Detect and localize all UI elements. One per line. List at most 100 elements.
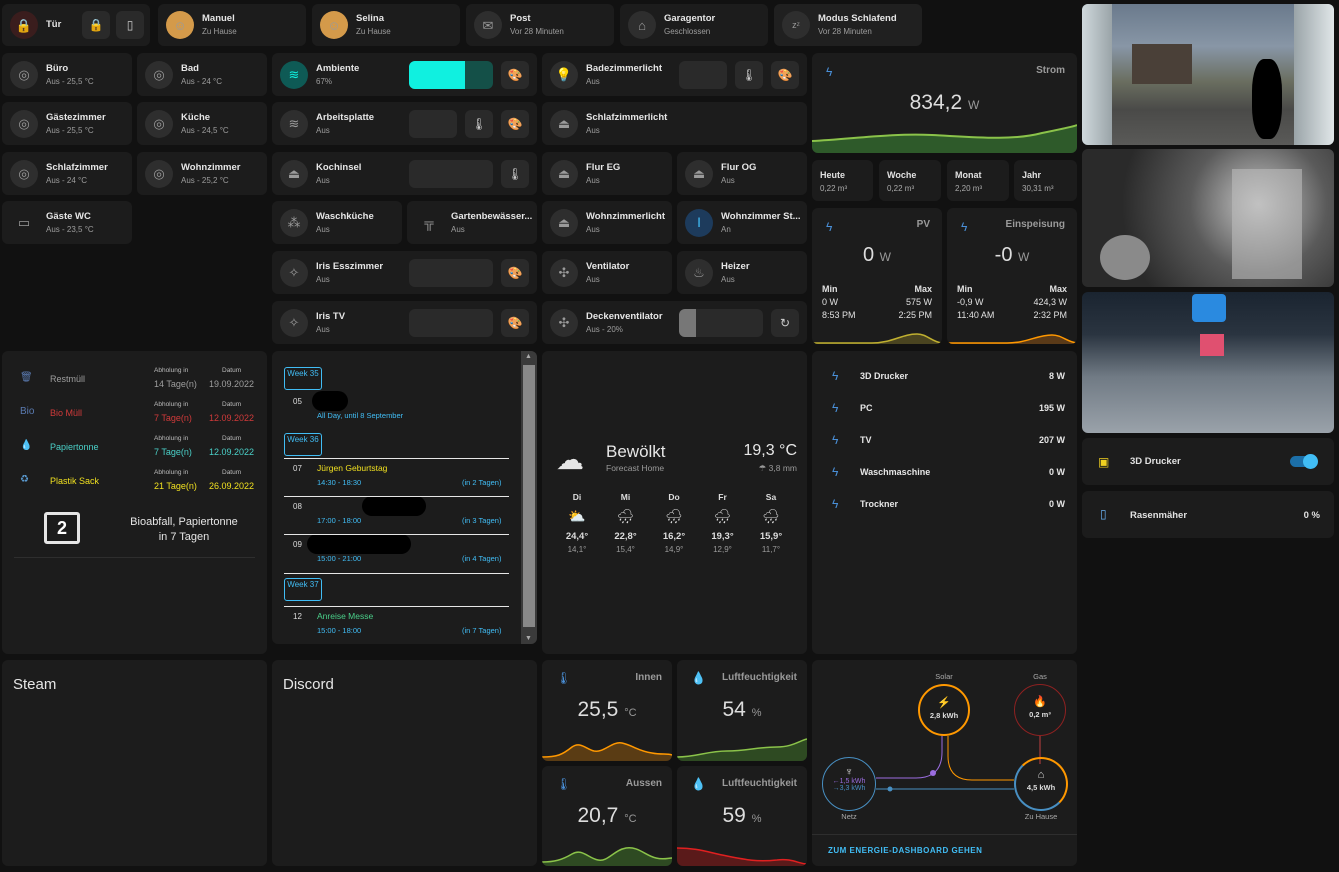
palette-button[interactable]: 🎨 [771,60,799,89]
sensor-aussen[interactable]: 🌡 Aussen 20,7 °C [542,766,672,866]
thermometer-button[interactable]: 🌡 [735,60,763,89]
fan-ventilator[interactable]: ✣ Ventilator Aus [542,251,672,294]
weather-card[interactable]: ☁ Bewölkt Forecast Home 19,3 °C ☂ 3,8 mm… [542,351,807,654]
light-flur-og[interactable]: ⏏ Flur OG Aus [677,152,807,195]
sprinkler-icon: ╦ [424,215,434,230]
scroll-down-icon[interactable]: ▼ [525,635,532,642]
tile-sleep-mode[interactable]: zᶻ Modus Schlafend Vor 28 Minuten [774,4,922,46]
rotate-button[interactable]: ↻ [771,308,799,337]
camera-3d-printer[interactable] [1082,292,1334,433]
person-name: Selina [356,13,384,24]
tile-person-selina[interactable]: ☺ Selina Zu Hause [312,4,460,46]
light-wohnzimmer-stehlampe[interactable]: Ⅰ Wohnzimmer St... An [677,201,807,244]
home-node[interactable]: ⌂ 4,5 kWh [1014,757,1068,811]
light-kochinsel[interactable]: ⏏ Kochinsel Aus 🌡 [272,152,537,195]
printer-toggle[interactable] [1290,454,1318,469]
pv-card[interactable]: ϟ PV 0 W Min Max 0 W 575 W 8:53 PM 2:25 … [812,208,942,344]
einspeisung-card[interactable]: ϟ Einspeisung -0 W Min Max -0,9 W 424,3 … [947,208,1077,344]
room-schlafzimmer[interactable]: ◎ Schlafzimmer Aus - 24 °C [2,152,132,195]
period-value: 0,22 m³ [820,184,848,193]
power-device-name: TV [860,435,872,445]
period-jahr: Jahr 30,31 m³ [1014,160,1077,201]
palette-button[interactable]: 🎨 [501,60,529,89]
light-status: Aus [586,76,600,86]
solar-node[interactable]: ⚡ 2,8 kWh [918,684,970,736]
speed-fill [679,308,696,337]
energy-flow-card[interactable]: Solar ⚡ 2,8 kWh Gas 🔥 0,2 m³ ♆ ←1,5 kWh … [812,660,1077,866]
room-gaestezimmer[interactable]: ◎ Gästezimmer Aus - 25,5 °C [2,102,132,145]
printer-switch-card[interactable]: ▣ 3D Drucker [1082,438,1334,485]
strom-card[interactable]: ϟ Strom 834,2 W [812,53,1077,153]
light-iris-tv[interactable]: ✧ Iris TV Aus 🎨 [272,301,537,344]
light-arbeitsplatte[interactable]: ≋ Arbeitsplatte Aus 🌡 🎨 [272,102,537,145]
tile-post[interactable]: ✉ Post Vor 28 Minuten [466,4,614,46]
room-wohnzimmer[interactable]: ◎ Wohnzimmer Aus - 25,2 °C [137,152,267,195]
mower-card[interactable]: ▯ Rasenmäher 0 % [1082,491,1334,538]
brightness-slider[interactable] [679,60,727,89]
thermostat-icon: ◎ [10,109,38,138]
thermometer-button[interactable]: 🌡 [501,159,529,188]
palette-button[interactable]: 🎨 [501,109,529,138]
tile-garage[interactable]: ⌂ Garagentor Geschlossen [620,4,768,46]
light-ambiente[interactable]: ≋ Ambiente 67% 🎨 [272,53,537,96]
switch-gartenbewaesserung[interactable]: ╦ Gartenbewässer... Aus [407,201,537,244]
scroll-up-icon[interactable]: ▲ [525,353,532,360]
room-kueche[interactable]: ◎ Küche Aus - 24,5 °C [137,102,267,145]
tile-status: Vor 28 Minuten [818,27,872,36]
light-iris-esszimmer[interactable]: ✧ Iris Esszimmer Aus 🎨 [272,251,537,294]
room-bad[interactable]: ◎ Bad Aus - 24 °C [137,53,267,96]
calendar-scrollbar[interactable]: ▲ ▼ [521,351,537,644]
brightness-slider[interactable] [409,60,493,89]
toggle-knob [1303,454,1318,469]
brightness-slider[interactable] [409,308,493,337]
column-header-date: Datum [222,367,242,374]
camera-front[interactable] [1082,4,1334,145]
sensor-luftfeuchtigkeit-innen[interactable]: 💧 Luftfeuchtigkeit 54 % [677,660,807,761]
light-wohnzimmer[interactable]: ⏏ Wohnzimmerlicht Aus [542,201,672,244]
min-time: 11:40 AM [957,310,995,320]
forecast-day: Di ⛅ 24,4° 14,1° [562,492,592,554]
lock-button[interactable]: 🔒 [82,11,110,39]
sensor-title: Innen [635,672,662,683]
room-status: Aus - 25,5 °C [46,125,94,135]
energy-dashboard-link[interactable]: ZUM ENERGIE-DASHBOARD GEHEN [828,846,982,855]
tile-name: Tür [46,19,62,30]
event-divider [284,458,509,459]
sensor-graph [677,847,807,866]
light-flur-eg[interactable]: ⏏ Flur EG Aus [542,152,672,195]
tile-person-manuel[interactable]: ☺ Manuel Zu Hause [158,4,306,46]
tile-door[interactable]: 🔒 Tür 🔒 ▯ [2,4,150,46]
home-value: 4,5 kWh [1026,783,1056,792]
fan-deckenventilator[interactable]: ✣ Deckenventilator Aus - 20% ↻ [542,301,807,344]
brightness-slider[interactable] [409,159,493,188]
sensor-luftfeuchtigkeit-aussen[interactable]: 💧 Luftfeuchtigkeit 59 % [677,766,807,866]
light-waschkueche[interactable]: ⁂ Waschküche Aus [272,201,402,244]
room-buero[interactable]: ◎ Büro Aus - 25,5 °C [2,53,132,96]
room-gaeste-wc[interactable]: ▭ Gäste WC Aus - 23,5 °C [2,201,132,244]
period-label: Jahr [1022,170,1042,180]
speed-slider[interactable] [679,308,763,337]
gas-node[interactable]: 🔥 0,2 m³ [1014,684,1066,736]
door-button[interactable]: ▯ [116,11,144,39]
light-schlafzimmer[interactable]: ⏏ Schlafzimmerlicht Aus [542,102,807,145]
waste-in: 14 Tage(n) [154,379,197,389]
waste-name: Plastik Sack [50,476,100,486]
scroll-thumb[interactable] [523,365,535,627]
room-status: Aus - 24 °C [181,76,222,86]
switch-heizer[interactable]: ♨ Heizer Aus [677,251,807,294]
thermometer-button[interactable]: 🌡 [465,109,493,138]
mail-icon: ✉ [474,11,502,39]
fan-icon: ✣ [550,258,578,287]
palette-button[interactable]: 🎨 [501,258,529,287]
brightness-slider[interactable] [409,258,493,287]
light-badezimmer[interactable]: 💡 Badezimmerlicht Aus 🌡 🎨 [542,53,807,96]
camera-garden-night[interactable] [1082,149,1334,287]
sensor-innen[interactable]: 🌡 Innen 25,5 °C [542,660,672,761]
period-value: 30,31 m³ [1022,184,1054,193]
brightness-slider[interactable] [409,109,457,138]
led-strip-icon: ≋ [280,109,308,138]
grid-node[interactable]: ♆ ←1,5 kWh →3,3 kWh [822,757,876,811]
palette-button[interactable]: 🎨 [501,308,529,337]
calendar-card[interactable]: Week 35 Week 36 Week 37 05 All Day, until… [272,351,537,644]
room-name: Büro [46,62,69,74]
